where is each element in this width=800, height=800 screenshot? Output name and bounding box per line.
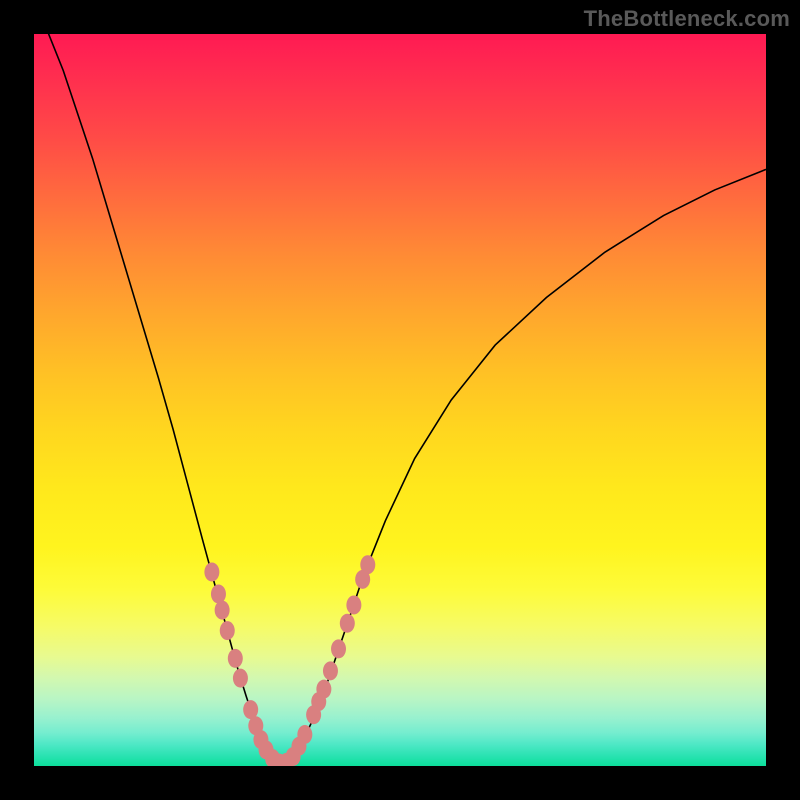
data-marker	[233, 669, 248, 688]
data-marker	[316, 680, 331, 699]
curve-layer	[34, 34, 766, 766]
plot-area	[34, 34, 766, 766]
data-marker	[211, 584, 226, 603]
right-branch-curve	[283, 169, 766, 766]
data-marker	[228, 649, 243, 668]
left-branch-curve	[34, 34, 283, 766]
data-marker	[360, 555, 375, 574]
data-marker	[297, 725, 312, 744]
data-marker	[220, 621, 235, 640]
marker-group	[204, 555, 375, 766]
chart-frame: TheBottleneck.com	[0, 0, 800, 800]
data-marker	[346, 595, 361, 614]
data-marker	[215, 601, 230, 620]
data-marker	[340, 614, 355, 633]
data-marker	[323, 661, 338, 680]
right-branch	[283, 169, 766, 766]
left-branch	[34, 34, 283, 766]
watermark-text: TheBottleneck.com	[584, 6, 790, 32]
data-marker	[204, 563, 219, 582]
data-marker	[331, 639, 346, 658]
